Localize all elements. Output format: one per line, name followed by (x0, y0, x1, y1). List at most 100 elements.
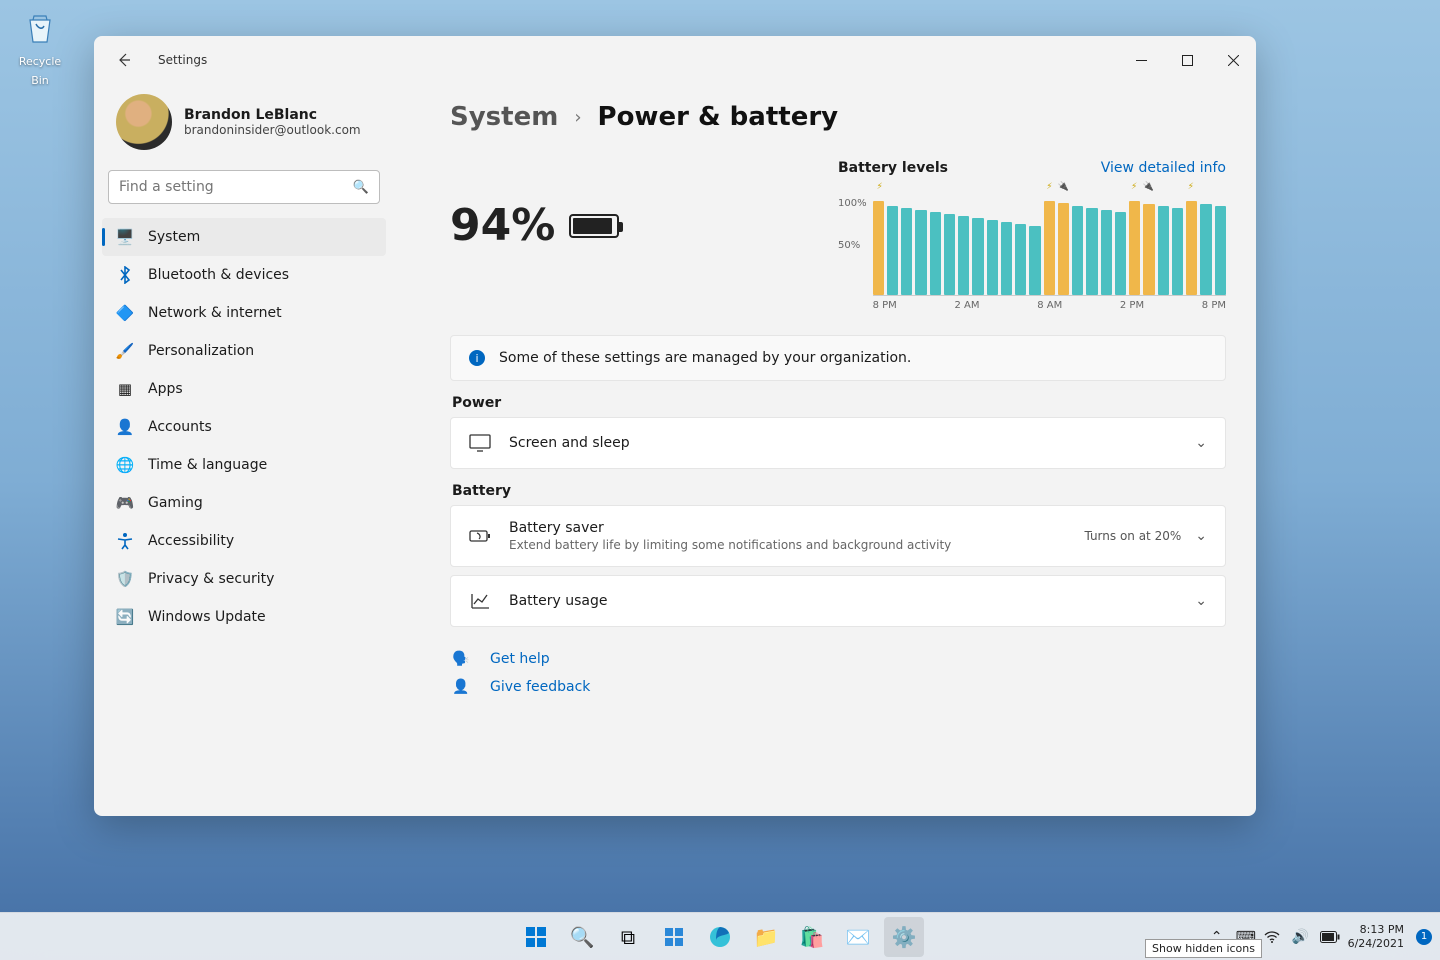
charge-marker (986, 182, 1000, 196)
sidebar-item-personalization[interactable]: 🖌️Personalization (102, 332, 386, 370)
store-button[interactable]: 🛍️ (792, 917, 832, 957)
chevron-down-icon: ⌄ (1195, 435, 1207, 451)
chart-line-icon (469, 590, 491, 612)
chart-bar (1172, 208, 1183, 295)
charge-marker: ⚡ (1127, 182, 1141, 196)
xtick: 8 PM (873, 300, 897, 311)
maximize-button[interactable] (1164, 36, 1210, 84)
chart-bar (1058, 203, 1069, 295)
charge-marker (1000, 182, 1014, 196)
close-button[interactable] (1210, 36, 1256, 84)
feedback-icon: 👤 (452, 679, 470, 695)
edge-button[interactable] (700, 917, 740, 957)
charge-marker (1085, 182, 1099, 196)
battery-usage-card[interactable]: Battery usage ⌄ (450, 575, 1226, 627)
sidebar-item-accounts[interactable]: 👤Accounts (102, 408, 386, 446)
get-help-link[interactable]: 🗣️ Get help (450, 645, 1226, 673)
sidebar-item-privacy-security[interactable]: 🛡️Privacy & security (102, 560, 386, 598)
info-icon: i (469, 350, 485, 366)
task-view-button[interactable]: ⧉ (608, 917, 648, 957)
sidebar-item-apps[interactable]: ▦Apps (102, 370, 386, 408)
card-desc: Extend battery life by limiting some not… (509, 538, 951, 552)
charge-marker (1170, 182, 1184, 196)
nav-icon: 🖌️ (116, 342, 134, 360)
sidebar-item-system[interactable]: 🖥️System (102, 218, 386, 256)
screen-and-sleep-card[interactable]: Screen and sleep ⌄ (450, 417, 1226, 469)
sidebar-item-bluetooth-devices[interactable]: Bluetooth & devices (102, 256, 386, 294)
search-taskbar-button[interactable]: 🔍 (562, 917, 602, 957)
chart-bar (930, 212, 941, 295)
breadcrumb-current: Power & battery (598, 102, 839, 132)
nav-icon (116, 532, 134, 550)
tray-tooltip: Show hidden icons (1145, 939, 1262, 958)
battery-tray-icon[interactable] (1320, 931, 1338, 943)
nav-label: Accounts (148, 419, 212, 435)
file-explorer-button[interactable]: 📁 (746, 917, 786, 957)
breadcrumb-parent[interactable]: System (450, 102, 558, 132)
nav-icon: 🔷 (116, 304, 134, 322)
charge-marker: 🔌 (1141, 182, 1155, 196)
chart-bar (1044, 201, 1055, 295)
xtick: 2 PM (1120, 300, 1144, 311)
mail-button[interactable]: ✉️ (838, 917, 878, 957)
volume-icon[interactable]: 🔊 (1292, 929, 1310, 945)
charge-marker (972, 182, 986, 196)
nav-label: Bluetooth & devices (148, 267, 289, 283)
charge-marker: ⚡ (1184, 182, 1198, 196)
search-input[interactable] (119, 179, 353, 195)
widgets-button[interactable] (654, 917, 694, 957)
chart-bar (873, 201, 884, 295)
battery-saver-card[interactable]: Battery saver Extend battery life by lim… (450, 505, 1226, 567)
chart-bar (1101, 210, 1112, 295)
back-button[interactable] (112, 48, 136, 72)
chart-bar (944, 214, 955, 295)
give-feedback-link[interactable]: 👤 Give feedback (450, 673, 1226, 701)
section-header-battery: Battery (452, 483, 1226, 499)
search-input-wrap[interactable]: 🔍 (108, 170, 380, 204)
sidebar-item-windows-update[interactable]: 🔄Windows Update (102, 598, 386, 636)
window-title: Settings (158, 53, 207, 67)
chart-bar (1001, 222, 1012, 295)
chart-bar (1215, 206, 1226, 295)
charge-marker (943, 182, 957, 196)
start-button[interactable] (516, 917, 556, 957)
nav-icon: 🌐 (116, 456, 134, 474)
nav-label: Network & internet (148, 305, 282, 321)
xtick: 8 AM (1037, 300, 1062, 311)
sidebar-item-time-language[interactable]: 🌐Time & language (102, 446, 386, 484)
sidebar-item-accessibility[interactable]: Accessibility (102, 522, 386, 560)
ytick: 50% (838, 240, 867, 251)
recycle-bin[interactable]: Recycle Bin (10, 8, 70, 88)
card-title: Screen and sleep (509, 435, 630, 451)
nav-icon: 🔄 (116, 608, 134, 626)
charge-marker: 🔌 (1056, 182, 1070, 196)
chart-bar (1015, 224, 1026, 295)
view-detailed-info-link[interactable]: View detailed info (1101, 160, 1226, 176)
breadcrumb: System › Power & battery (450, 102, 1226, 132)
charge-marker (929, 182, 943, 196)
chart-bar (1200, 204, 1211, 295)
ytick: 100% (838, 198, 867, 209)
notification-badge[interactable]: 1 (1416, 929, 1432, 945)
xtick: 2 AM (954, 300, 979, 311)
battery-saver-icon (469, 525, 491, 547)
settings-taskbar-button[interactable]: ⚙️ (884, 917, 924, 957)
nav-icon: ▦ (116, 380, 134, 398)
chart-bar (972, 218, 983, 295)
battery-icon (569, 214, 619, 238)
nav-label: System (148, 229, 200, 245)
sidebar-item-gaming[interactable]: 🎮Gaming (102, 484, 386, 522)
avatar (116, 94, 172, 150)
charge-marker: ⚡ (1042, 182, 1056, 196)
clock[interactable]: 8:13 PM 6/24/2021 (1348, 923, 1404, 949)
charge-marker (1198, 182, 1212, 196)
charge-marker (915, 182, 929, 196)
wifi-icon[interactable] (1264, 930, 1282, 944)
chart-title: Battery levels (838, 160, 948, 176)
charge-marker (1155, 182, 1169, 196)
chart-bar (1158, 206, 1169, 295)
user-profile[interactable]: Brandon LeBlanc brandoninsider@outlook.c… (102, 84, 386, 168)
sidebar-item-network-internet[interactable]: 🔷 Network & internet (102, 294, 386, 332)
battery-percentage: 94% (450, 200, 555, 251)
minimize-button[interactable] (1118, 36, 1164, 84)
